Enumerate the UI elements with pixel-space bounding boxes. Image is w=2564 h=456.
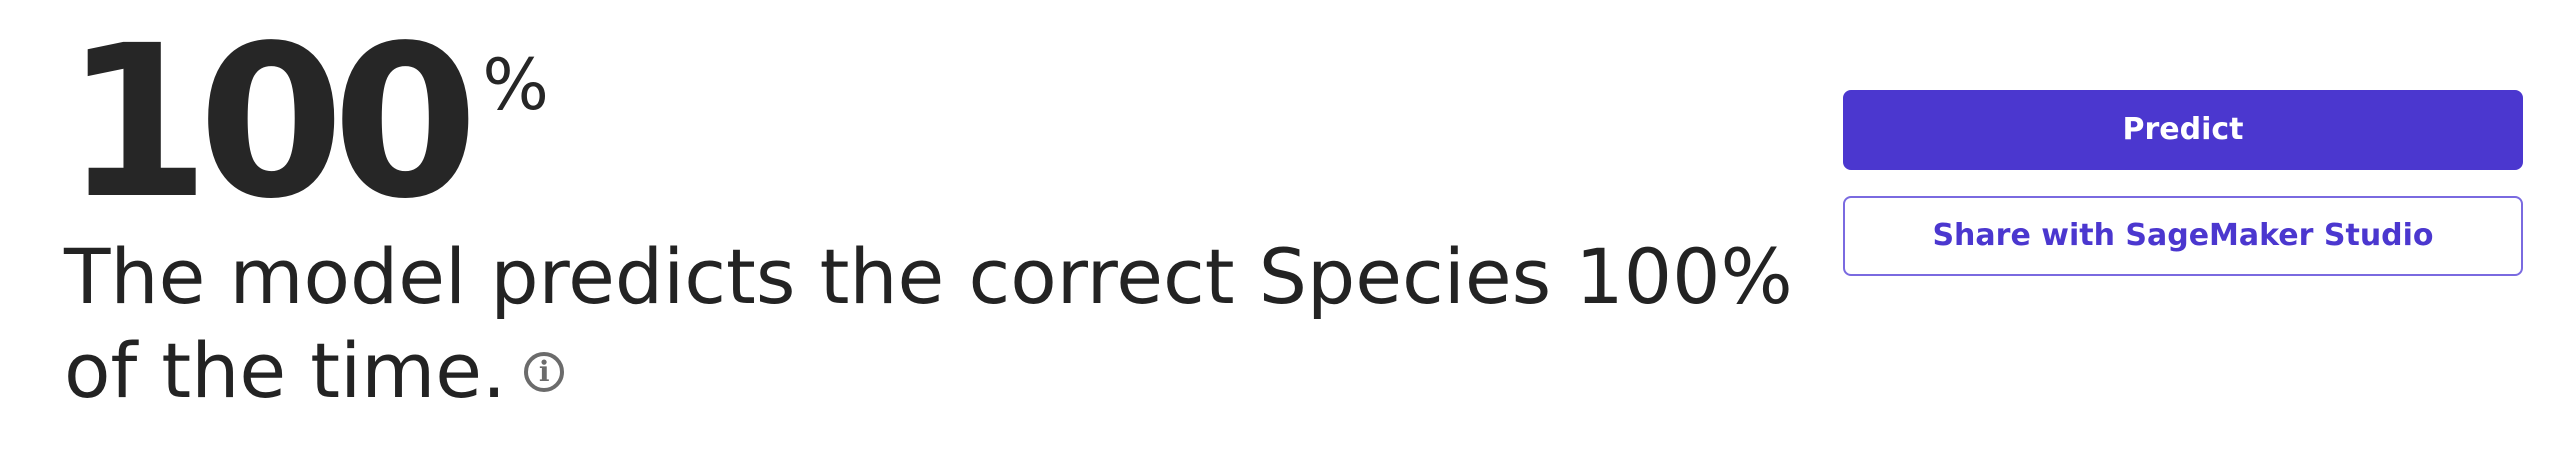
action-buttons: Predict Share with SageMaker Studio	[1843, 90, 2523, 276]
info-icon[interactable]: i	[524, 352, 565, 392]
metric-description: The model predicts the correct Species 1…	[64, 230, 1844, 418]
metric-unit: %	[482, 44, 549, 126]
accuracy-metric: 100 %	[64, 18, 549, 228]
metric-value: 100	[64, 0, 478, 245]
metric-description-text: The model predicts the correct Species 1…	[64, 232, 1793, 415]
share-with-sagemaker-studio-button[interactable]: Share with SageMaker Studio	[1843, 196, 2523, 276]
predict-button[interactable]: Predict	[1843, 90, 2523, 170]
